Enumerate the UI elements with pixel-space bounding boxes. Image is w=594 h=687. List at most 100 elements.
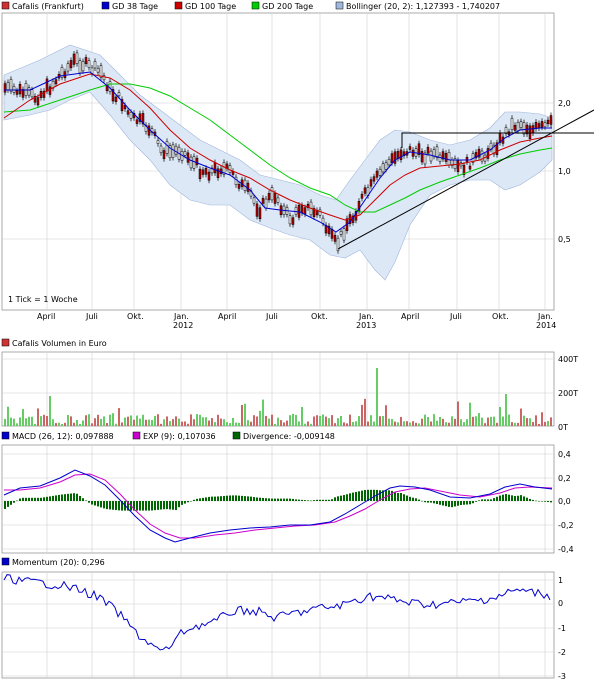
xlabel-11: Jan. [537,312,553,321]
volume-bar [64,422,66,426]
candle-body [513,125,517,131]
candle-body [165,141,169,154]
volume-frame [1,351,555,427]
divergence-bar [184,501,186,504]
volume-bar [379,416,381,426]
divergence-bar [40,497,42,501]
divergence-bar [409,496,411,501]
volume-bar [199,414,201,426]
volume-bar [340,415,342,426]
candle-body [126,110,130,115]
legend-swatch-momentum [1,557,10,566]
mom-ytick-1: 1 [558,576,563,585]
volume-bar [316,415,318,426]
volume-bar [196,414,198,426]
divergence-bar [76,493,78,501]
divergence-bar [529,498,531,501]
volume-bar [481,417,483,426]
candle-body [330,228,334,239]
volume-bar [295,414,297,426]
divergence-bar [490,499,492,501]
candle-body [276,197,280,203]
volume-bar [163,419,165,426]
volume-bar [232,417,234,426]
macd-ytick-m02: -0,2 [558,521,574,530]
divergence-bar [34,497,36,501]
candle-body [468,165,472,170]
volume-bar [109,414,111,426]
legend-swatch-price [1,1,10,10]
divergence-bar [187,501,189,503]
legend-momentum: Momentum (20): 0,296 [12,558,105,567]
divergence-bar [283,498,285,501]
volume-bar [4,418,6,426]
vol-ytick-200: 200T [558,389,578,398]
volume-bar [94,418,96,426]
candle-body [378,168,382,176]
volume-bar [238,422,240,426]
volume-bar [214,422,216,426]
candle-body [72,53,76,65]
divergence-bar [517,495,519,501]
volume-bar [253,415,255,426]
legend-volume: Cafalis Volumen in Euro [12,339,107,348]
divergence-bar [229,495,231,501]
macd-ytick-02: 0,2 [558,474,571,483]
xlabel-7: Jan. [358,312,374,321]
divergence-bar [481,499,483,501]
volume-bar [121,422,123,426]
volume-bar [361,404,363,426]
candle-body [108,81,112,92]
volume-bar [250,421,252,426]
volume-bar [172,419,174,426]
divergence-bar [499,495,501,501]
candle-body [297,204,301,218]
candle-body [96,68,100,73]
divergence-bar [73,493,75,501]
volume-bar [403,421,405,426]
volume-bar [502,416,504,426]
volume-bar [259,410,261,426]
candle-body [534,121,538,130]
volume-bar [433,414,435,426]
volume-bar [391,418,393,426]
volume-bar [175,416,177,426]
candle-body [186,152,190,163]
divergence-bar [223,495,225,501]
volume-bar [124,417,126,426]
volume-bar [136,415,138,426]
divergence-bar [154,501,156,511]
volume-bar [499,406,501,426]
candle-body [30,89,34,98]
candle-body [528,125,532,139]
candle-body [369,179,373,187]
divergence-bar [484,499,486,501]
volume-bar [322,414,324,426]
volume-bar [466,419,468,426]
volume-bar [490,416,492,426]
volume-bar [370,415,372,426]
candle-body [6,82,10,91]
divergence-bar [520,495,522,501]
divergence-bar [100,501,102,508]
candle-body [87,60,91,68]
candle-body [411,149,415,157]
volume-bar [415,422,417,426]
divergence-bar [268,498,270,501]
candle-body [129,112,133,119]
volume-bar [265,415,267,426]
divergence-bar [289,498,291,501]
candle-body [399,149,403,161]
divergence-bar [97,501,99,507]
volume-bar [448,422,450,426]
stock-chart: Cafalis (Frankfurt) GD 38 Tage GD 100 Ta… [1,1,594,681]
volume-bar [73,422,75,426]
divergence-bar [340,495,342,501]
mom-ytick-m3: -3 [558,672,566,681]
momentum-line [3,574,551,651]
volume-bar [70,416,72,426]
volume-bar [310,423,312,426]
legend-swatch-gd200 [251,1,260,10]
volume-bar [25,418,27,426]
volume-bar [406,421,408,426]
